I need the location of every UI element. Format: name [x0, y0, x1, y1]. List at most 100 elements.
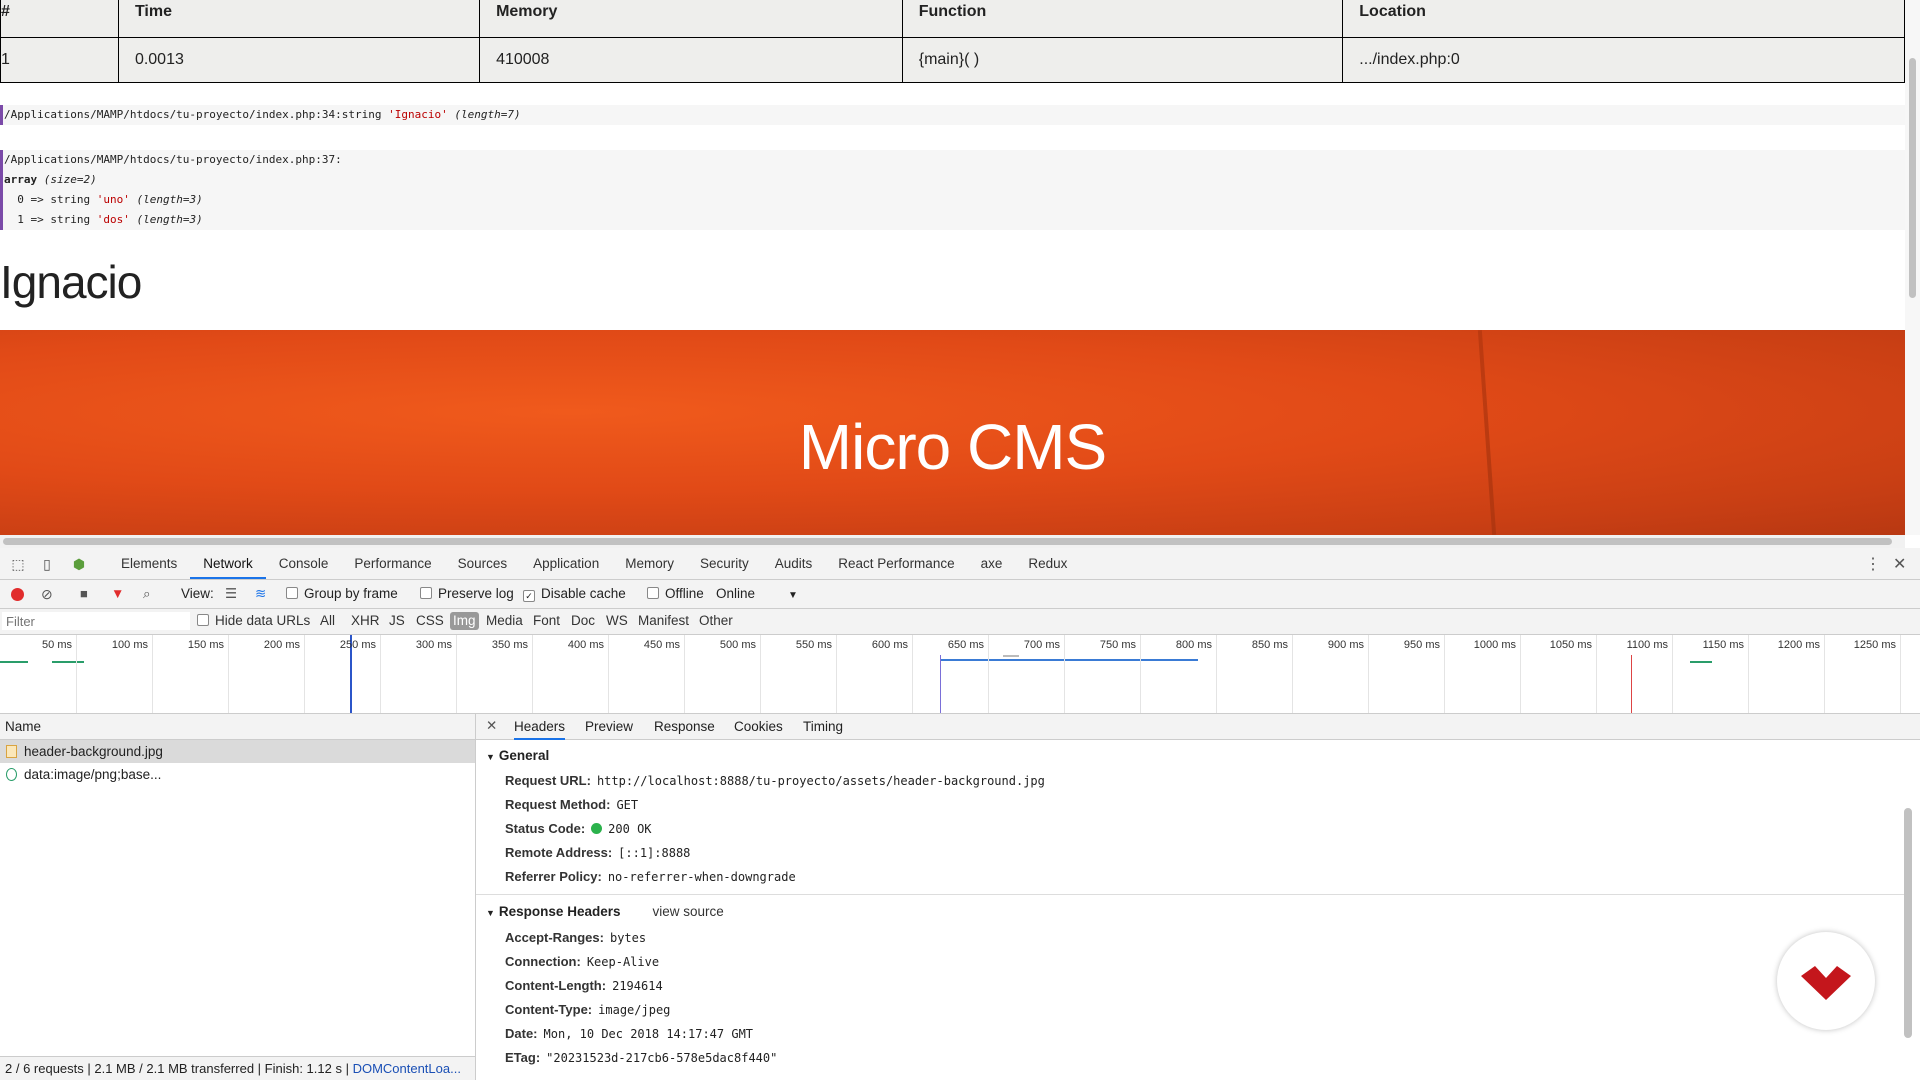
throttling-select[interactable]: Online ▼: [716, 586, 798, 601]
tab-security[interactable]: Security: [687, 548, 762, 579]
name-column-header[interactable]: Name: [0, 714, 475, 740]
checkbox-icon[interactable]: [197, 614, 209, 626]
var-dump-array: /Applications/MAMP/htdocs/tu-proyecto/in…: [0, 150, 1905, 230]
timeline-tick-label: 100 ms: [111, 639, 148, 651]
general-section-toggle[interactable]: ▼ General: [486, 748, 549, 763]
filter-type-manifest[interactable]: Manifest: [638, 613, 689, 628]
tab-sources[interactable]: Sources: [445, 548, 521, 579]
filter-type-media[interactable]: Media: [486, 613, 523, 628]
tab-cookies[interactable]: Cookies: [734, 719, 783, 734]
tab-axe[interactable]: axe: [968, 548, 1016, 579]
tab-redux[interactable]: Redux: [1015, 548, 1080, 579]
checkbox-icon[interactable]: [286, 587, 298, 599]
triangle-down-icon: ▼: [486, 752, 495, 762]
column-header: Memory: [479, 0, 903, 38]
timeline-tick-label: 550 ms: [795, 639, 832, 651]
tab-preview[interactable]: Preview: [585, 719, 633, 734]
hide-data-urls-checkbox[interactable]: Hide data URLs: [197, 613, 310, 628]
capture-screenshots-icon[interactable]: ■: [80, 586, 88, 601]
page-vertical-scrollbar[interactable]: [1905, 0, 1920, 535]
offline-checkbox[interactable]: Offline: [647, 586, 704, 601]
network-toolbar: ⊘ ■ ▼ ⌕ View: ☰ ≋ Group by frame Preserv…: [0, 580, 1920, 609]
request-details: ✕ Headers Preview Response Cookies Timin…: [476, 714, 1920, 1080]
disable-cache-checkbox[interactable]: ✓ Disable cache: [523, 586, 626, 602]
tab-network[interactable]: Network: [190, 548, 266, 579]
filter-type-all[interactable]: All: [320, 613, 335, 628]
filter-input[interactable]: [2, 612, 190, 630]
clear-icon[interactable]: ⊘: [41, 586, 53, 603]
table-header-row: # Time Memory Function Location: [0, 0, 1905, 38]
more-options-icon[interactable]: ⋮: [1865, 554, 1881, 574]
group-by-frame-checkbox[interactable]: Group by frame: [286, 586, 398, 601]
tab-timing[interactable]: Timing: [803, 719, 843, 734]
filter-type-ws[interactable]: WS: [606, 613, 628, 628]
filter-type-xhr[interactable]: XHR: [351, 613, 380, 628]
tab-console[interactable]: Console: [266, 548, 342, 579]
requests-list: Name header-background.jpg data:image/pn…: [0, 714, 476, 1080]
tab-memory[interactable]: Memory: [612, 548, 687, 579]
device-toolbar-icon[interactable]: ▯: [38, 556, 56, 572]
timeline-gridline: [1140, 635, 1141, 713]
header-field: Content-Type: image/jpeg: [505, 1002, 670, 1017]
close-icon[interactable]: ✕: [486, 718, 497, 734]
tab-elements[interactable]: Elements: [108, 548, 190, 579]
filter-type-js[interactable]: JS: [389, 613, 405, 628]
response-headers-section-toggle[interactable]: ▼ Response Headers view source: [486, 904, 724, 919]
filter-type-font[interactable]: Font: [533, 613, 560, 628]
checkbox-icon[interactable]: [420, 587, 432, 599]
preserve-log-checkbox[interactable]: Preserve log: [420, 586, 514, 601]
load-marker: [1631, 655, 1632, 713]
request-row[interactable]: header-background.jpg: [0, 740, 475, 763]
search-icon[interactable]: ⌕: [143, 586, 151, 602]
network-overview-timeline[interactable]: 50 ms 100 ms 150 ms 200 ms 250 ms 300 ms 350 m…: [0, 635, 1920, 714]
filter-type-other[interactable]: Other: [699, 613, 733, 628]
timeline-gridline: [608, 635, 609, 713]
close-icon[interactable]: ✕: [1893, 554, 1906, 574]
timeline-gridline: [1216, 635, 1217, 713]
dump-arrow: =>: [30, 193, 44, 206]
tab-audits[interactable]: Audits: [762, 548, 826, 579]
header-field: Status Code: 200 OK: [505, 821, 652, 836]
network-filterbar: Hide data URLs All XHR JS CSS Img Media …: [0, 609, 1920, 635]
checkmark-icon[interactable]: ✓: [523, 590, 535, 602]
tab-react-performance[interactable]: React Performance: [825, 548, 967, 579]
record-icon[interactable]: [11, 588, 24, 601]
column-header: Function: [901, 0, 1344, 38]
browser-page: # Time Memory Function Location 1 0.0013…: [0, 0, 1905, 535]
waterfall-icon[interactable]: ≋: [255, 586, 266, 602]
timeline-gridline: [912, 635, 913, 713]
scrollbar-thumb[interactable]: [3, 538, 1892, 545]
dump-type: string: [50, 213, 91, 226]
network-summary: 2 / 6 requests | 2.1 MB / 2.1 MB transfe…: [0, 1056, 475, 1080]
large-rows-icon[interactable]: ☰: [225, 586, 237, 602]
domcontentloaded-link[interactable]: DOMContentLoa...: [353, 1061, 461, 1076]
filter-type-doc[interactable]: Doc: [571, 613, 595, 628]
var-dump-string: /Applications/MAMP/htdocs/tu-proyecto/in…: [0, 105, 1905, 125]
details-scrollbar[interactable]: [1904, 808, 1912, 1038]
filter-type-img[interactable]: Img: [450, 612, 479, 630]
timeline-tick-label: 600 ms: [871, 639, 908, 651]
extension-hexagon-icon[interactable]: ⬢: [70, 556, 88, 572]
view-source-link[interactable]: view source: [652, 904, 723, 919]
header-field: ETag: "20231523d-217cb6-578e5dac8f440": [505, 1050, 777, 1080]
timeline-bar: [1003, 655, 1019, 657]
request-name: header-background.jpg: [24, 744, 163, 759]
filter-icon[interactable]: ▼: [111, 586, 124, 601]
tab-application[interactable]: Application: [520, 548, 612, 579]
tab-response[interactable]: Response: [654, 719, 715, 734]
timeline-tick-label: 500 ms: [719, 639, 756, 651]
page-heading-name: Ignacio: [0, 256, 142, 308]
request-row[interactable]: data:image/png;base...: [0, 763, 475, 786]
scrollbar-thumb[interactable]: [1909, 58, 1916, 298]
filter-type-css[interactable]: CSS: [416, 613, 444, 628]
field-value: "20231523d-217cb6-578e5dac8f440": [546, 1051, 778, 1065]
page-horizontal-scrollbar[interactable]: [0, 535, 1905, 548]
timeline-bar: [940, 659, 1198, 661]
checkbox-label: Preserve log: [438, 586, 514, 601]
dump-value: 'dos': [96, 213, 130, 226]
tab-performance[interactable]: Performance: [341, 548, 444, 579]
inspect-element-icon[interactable]: ⬚: [9, 556, 27, 572]
checkbox-icon[interactable]: [647, 587, 659, 599]
tab-headers[interactable]: Headers: [514, 719, 566, 740]
header-field: Accept-Ranges: bytes: [505, 930, 646, 945]
